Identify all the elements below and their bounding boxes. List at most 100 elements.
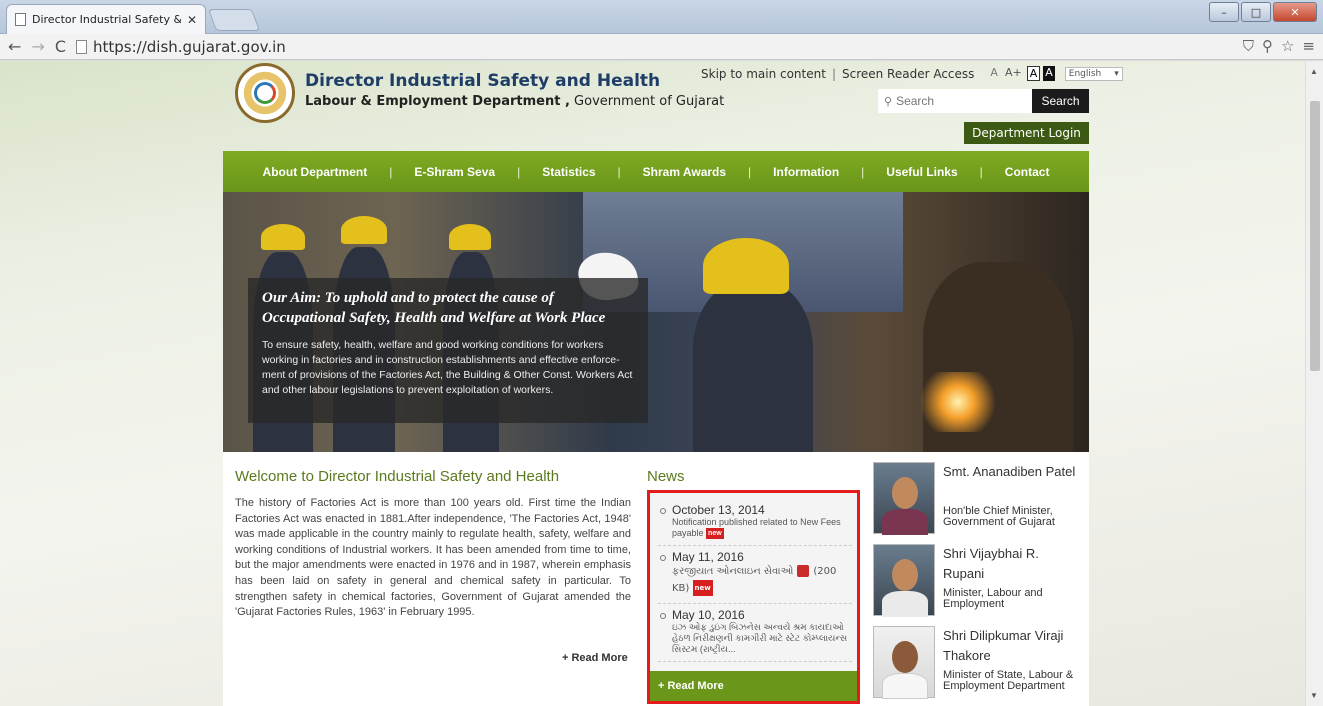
search-box: ⚲ <box>878 89 1032 113</box>
minister-photo <box>873 544 935 617</box>
scrollbar-thumb[interactable] <box>1310 101 1320 371</box>
page-icon <box>75 39 87 54</box>
menu-icon[interactable]: ≡ <box>1302 37 1315 55</box>
url-field[interactable]: https://dish.gujarat.gov.in <box>75 38 286 56</box>
site-subtitle: Labour & Employment Department , Governm… <box>305 94 724 109</box>
aim-box: Our Aim: To uphold and to protect the ca… <box>248 278 648 423</box>
nav-statistics[interactable]: Statistics <box>520 165 617 179</box>
window-controls: – □ ✕ <box>1209 2 1317 22</box>
nav-contact[interactable]: Contact <box>983 165 1072 179</box>
new-tab-button[interactable] <box>207 9 261 31</box>
site-title: Director Industrial Safety and Health <box>305 71 661 91</box>
welcome-read-more-link[interactable]: + Read More <box>562 652 628 664</box>
news-date: May 10, 2016 <box>672 608 745 623</box>
portrait-face <box>892 559 918 591</box>
hard-hat-icon <box>703 238 789 294</box>
welcome-text: The history of Factories Act is more tha… <box>235 497 631 619</box>
portrait-body <box>882 673 928 699</box>
chevron-down-icon: ▾ <box>1114 68 1119 79</box>
light-contrast-button[interactable]: A <box>1026 66 1041 81</box>
scroll-down-arrow-icon[interactable]: ▼ <box>1310 691 1318 700</box>
news-title: ઇઝ ઓફ ડુઇંગ બિઝનેસ અન્વયે શ્રમ કાયદાઓ હે… <box>672 622 848 655</box>
font-increase-button[interactable]: A+ <box>1003 66 1024 81</box>
nav-useful-links[interactable]: Useful Links <box>864 165 979 179</box>
search-button[interactable]: Search <box>1032 89 1089 113</box>
minister-role: Minister, Labour and Employment <box>943 587 1043 610</box>
minister-card: Smt. Ananadiben Patel Hon'ble Chief Mini… <box>873 462 1083 542</box>
reload-icon[interactable]: C <box>55 37 66 56</box>
news-heading: News <box>647 468 685 485</box>
minister-name: Shri Vijaybhai R. Rupani <box>943 546 1039 581</box>
minister-photo <box>873 462 935 535</box>
ministers-panel: Smt. Ananadiben Patel Hon'ble Chief Mini… <box>873 462 1083 706</box>
worker-figure <box>693 282 813 452</box>
news-panel: October 13, 2014 Notification published … <box>647 490 860 704</box>
browser-tab[interactable]: Director Industrial Safety & ✕ <box>6 4 206 34</box>
page-icon <box>15 13 26 26</box>
news-read-more-button[interactable]: + Read More <box>650 671 857 701</box>
search-input[interactable] <box>896 94 1017 108</box>
dark-contrast-button[interactable]: A <box>1043 66 1055 81</box>
news-date: May 11, 2016 <box>672 550 744 565</box>
minister-card: Shri Vijaybhai R. Rupani Minister, Labou… <box>873 544 1083 624</box>
news-item[interactable]: May 10, 2016 ઇઝ ઓફ ડુઇંગ બિઝનેસ અન્વયે શ… <box>658 604 852 663</box>
government-name: Government of Gujarat <box>569 94 725 109</box>
hard-hat-icon <box>261 224 305 250</box>
hard-hat-icon <box>449 224 491 250</box>
portrait-face <box>892 641 918 673</box>
gujarat-logo[interactable] <box>235 63 295 123</box>
department-login-button[interactable]: Department Login <box>964 122 1089 144</box>
hard-hat-icon <box>341 216 387 244</box>
nav-e-shram-seva[interactable]: E-Shram Seva <box>392 165 517 179</box>
browser-tab-strip: Director Industrial Safety & ✕ – □ ✕ <box>0 0 1323 34</box>
forward-arrow-icon[interactable]: → <box>31 37 44 56</box>
minister-role: Minister of State, Labour & Employment D… <box>943 669 1074 692</box>
logo-emblem-icon <box>254 82 276 104</box>
close-window-button[interactable]: ✕ <box>1273 2 1317 22</box>
hero-banner: Our Aim: To uphold and to protect the ca… <box>223 192 1089 452</box>
browser-toolbar-icons: ⛉ ⚲ ☆ ≡ <box>1243 37 1315 55</box>
scroll-up-arrow-icon[interactable]: ▲ <box>1310 67 1318 76</box>
address-bar-row: ← → C https://dish.gujarat.gov.in ⛉ ⚲ ☆ … <box>0 34 1323 60</box>
page-scrollbar[interactable]: ▲ ▼ <box>1305 61 1323 706</box>
font-size-controls: A A+ A A <box>988 66 1055 81</box>
minister-name: Shri Dilipkumar Viraji Thakore <box>943 628 1064 663</box>
news-title: ફરજીયાત ઓનલાઇન સેવાઓ <box>672 566 794 578</box>
news-date: October 13, 2014 <box>672 503 765 517</box>
maximize-button[interactable]: □ <box>1241 2 1271 22</box>
page-viewport: Director Industrial Safety and Health La… <box>0 61 1305 706</box>
back-arrow-icon[interactable]: ← <box>8 37 21 56</box>
department-name: Labour & Employment Department , <box>305 94 570 109</box>
search-icon: ⚲ <box>884 95 893 108</box>
close-tab-icon[interactable]: ✕ <box>187 13 197 27</box>
nav-information[interactable]: Information <box>751 165 861 179</box>
nav-about-department[interactable]: About Department <box>241 165 390 179</box>
separator: | <box>831 66 836 81</box>
pdf-icon <box>797 565 810 578</box>
tab-title: Director Industrial Safety & <box>32 13 181 26</box>
minister-photo <box>873 626 935 699</box>
skip-to-main-link[interactable]: Skip to main content <box>701 67 826 81</box>
news-title: Notification published related to New Fe… <box>672 517 841 538</box>
portrait-face <box>892 477 918 509</box>
news-list: October 13, 2014 Notification published … <box>658 499 852 663</box>
screen-reader-link[interactable]: Screen Reader Access <box>842 67 974 81</box>
minister-role: Hon'ble Chief Minister, Government of Gu… <box>943 505 1055 528</box>
welcome-heading: Welcome to Director Industrial Safety an… <box>235 468 560 485</box>
minister-name: Smt. Ananadiben Patel <box>943 464 1076 479</box>
shield-icon[interactable]: ⛉ <box>1243 37 1254 55</box>
aim-description: To ensure safety, health, welfare and go… <box>262 339 633 396</box>
site-container: Director Industrial Safety and Health La… <box>223 61 1123 706</box>
news-text: Notification published related to New Fe… <box>672 517 852 540</box>
news-item[interactable]: October 13, 2014 Notification published … <box>658 499 852 547</box>
font-decrease-button[interactable]: A <box>988 66 1000 81</box>
news-item[interactable]: May 11, 2016 ફરજીયાત ઓનલાઇન સેવાઓ (200 KB… <box>658 546 852 605</box>
minimize-button[interactable]: – <box>1209 2 1239 22</box>
zoom-icon[interactable]: ⚲ <box>1262 37 1273 55</box>
welding-spark <box>913 372 1003 432</box>
portrait-body <box>882 591 928 617</box>
language-select[interactable]: English ▾ <box>1064 66 1123 81</box>
nav-shram-awards[interactable]: Shram Awards <box>621 165 748 179</box>
minister-card: Shri Dilipkumar Viraji Thakore Minister … <box>873 626 1083 706</box>
bookmark-star-icon[interactable]: ☆ <box>1281 37 1294 55</box>
